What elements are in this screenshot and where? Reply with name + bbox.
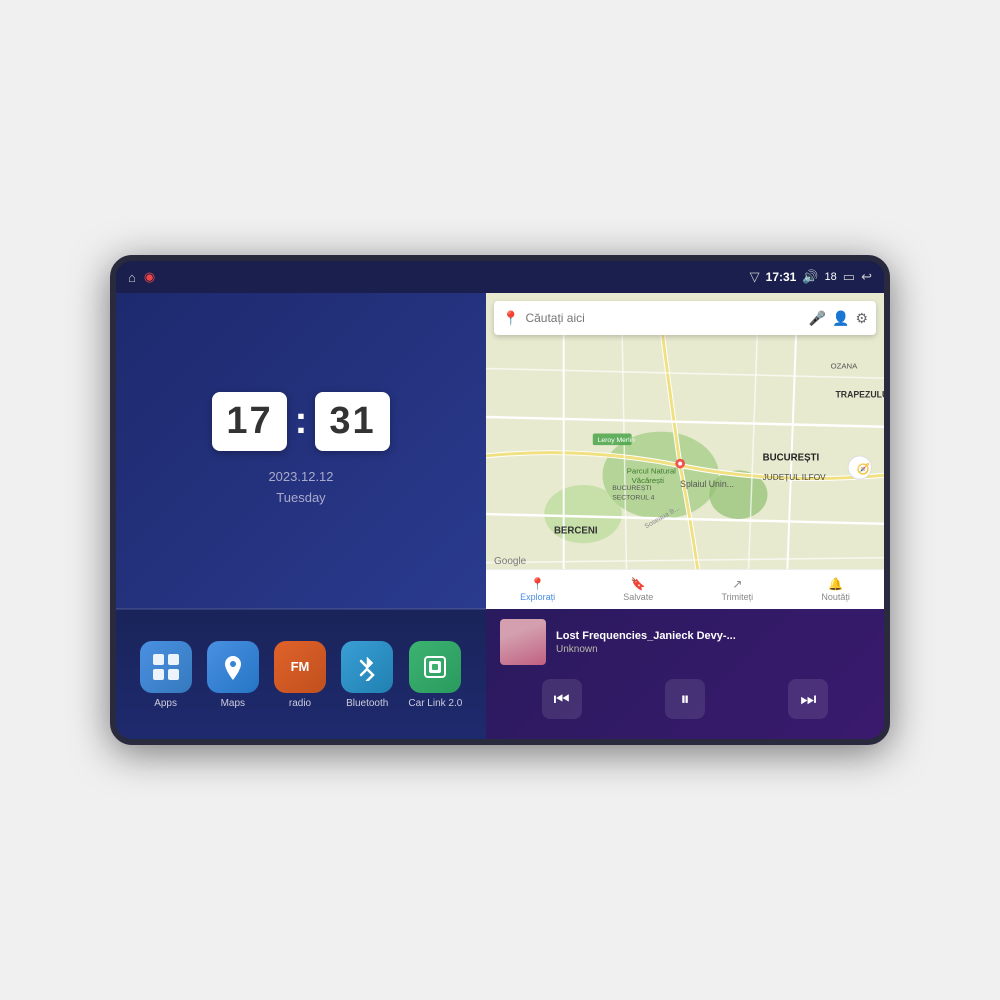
mic-icon[interactable]: 🎤 [809,310,826,327]
map-bottom-nav: 📍 Explorați 🔖 Salvate ↗ Trimiteți 🔔 [486,569,884,609]
svg-text:Leroy Merlin: Leroy Merlin [598,437,636,444]
app-icon-bluetooth[interactable]: Bluetooth [341,641,393,709]
map-nav-saved[interactable]: 🔖 Salvate [623,577,653,602]
app-icon-maps[interactable]: Maps [207,641,259,709]
app-icon-carlink[interactable]: Car Link 2.0 [408,641,462,709]
maps-label: Maps [221,698,245,709]
map-search-bar[interactable]: 📍 🎤 👤 ⚙ [494,301,876,335]
more-options-icon[interactable]: ⚙ [855,310,868,327]
maps-pin-icon[interactable]: ◉ [144,269,155,285]
map-search-input[interactable] [525,311,802,325]
carlink-icon [409,641,461,693]
app-dock: Apps Maps FM radio [116,609,486,739]
clock-widget: 17 : 31 2023.12.12 Tuesday [116,293,486,609]
map-widget[interactable]: Splaiul Unin... TRAPEZULUI BUCUREȘTI JUD… [486,293,884,609]
battery-icon: ▭ [843,269,855,285]
music-controls: ⏮ ⏸ ⏭ [500,679,870,719]
status-right: ▽ 17:31 🔊 18 ▭ ↩ [750,269,872,285]
volume-icon: 🔊 [802,269,818,285]
status-bar: ⌂ ◉ ▽ 17:31 🔊 18 ▭ ↩ [116,261,884,293]
svg-text:OZANA: OZANA [831,361,859,370]
svg-text:Văcărești: Văcărești [632,476,665,485]
music-artist: Unknown [556,644,870,655]
status-left: ⌂ ◉ [128,269,155,285]
clock-hour: 17 [212,392,286,451]
account-icon[interactable]: 👤 [832,310,849,327]
apps-label: Apps [154,698,177,709]
maps-pin-search-icon: 📍 [502,310,519,327]
left-panel: 17 : 31 2023.12.12 Tuesday [116,293,486,739]
music-info: Lost Frequencies_Janieck Devy-... Unknow… [500,619,870,665]
svg-text:BUCUREȘTI: BUCUREȘTI [763,453,820,464]
play-pause-button[interactable]: ⏸ [665,679,705,719]
clock-minute: 31 [315,392,389,451]
map-search-icons: 🎤 👤 ⚙ [809,310,868,327]
maps-icon [207,641,259,693]
radio-label: radio [289,698,311,709]
bluetooth-label: Bluetooth [346,698,388,709]
svg-text:JUDEȚUL ILFOV: JUDEȚUL ILFOV [763,473,826,482]
clock-date: 2023.12.12 Tuesday [268,467,333,509]
signal-icon: ▽ [750,269,760,285]
map-nav-explore[interactable]: 📍 Explorați [520,577,555,602]
battery-level: 18 [825,271,837,283]
music-player: Lost Frequencies_Janieck Devy-... Unknow… [486,609,884,739]
svg-text:Parcul Natural: Parcul Natural [627,466,676,475]
map-nav-news[interactable]: 🔔 Noutăți [821,577,850,602]
svg-text:BUCUREȘTI: BUCUREȘTI [612,485,651,492]
svg-text:🧭: 🧭 [857,462,870,475]
music-meta: Lost Frequencies_Janieck Devy-... Unknow… [556,630,870,655]
status-time: 17:31 [766,270,797,284]
screen: ⌂ ◉ ▽ 17:31 🔊 18 ▭ ↩ 17 : [116,261,884,739]
apps-icon [140,641,192,693]
radio-icon: FM [274,641,326,693]
prev-button[interactable]: ⏮ [542,679,582,719]
carlink-label: Car Link 2.0 [408,698,462,709]
svg-text:SECTORUL 4: SECTORUL 4 [612,495,654,502]
map-nav-share[interactable]: ↗ Trimiteți [722,577,754,602]
bluetooth-icon [341,641,393,693]
album-art [500,619,546,665]
music-title: Lost Frequencies_Janieck Devy-... [556,630,870,642]
back-icon[interactable]: ↩ [861,269,872,285]
app-icon-radio[interactable]: FM radio [274,641,326,709]
next-button[interactable]: ⏭ [788,679,828,719]
car-screen-device: ⌂ ◉ ▽ 17:31 🔊 18 ▭ ↩ 17 : [110,255,890,745]
clock-display: 17 : 31 [212,392,389,451]
home-icon[interactable]: ⌂ [128,270,136,285]
svg-text:BERCENI: BERCENI [554,526,598,537]
right-panel: Splaiul Unin... TRAPEZULUI BUCUREȘTI JUD… [486,293,884,739]
svg-text:Splaiul Unin...: Splaiul Unin... [680,479,734,489]
clock-colon: : [295,400,308,443]
app-icon-apps[interactable]: Apps [140,641,192,709]
main-content: 17 : 31 2023.12.12 Tuesday [116,293,884,739]
google-logo: Google [494,556,526,567]
svg-text:TRAPEZULUI: TRAPEZULUI [835,390,884,400]
